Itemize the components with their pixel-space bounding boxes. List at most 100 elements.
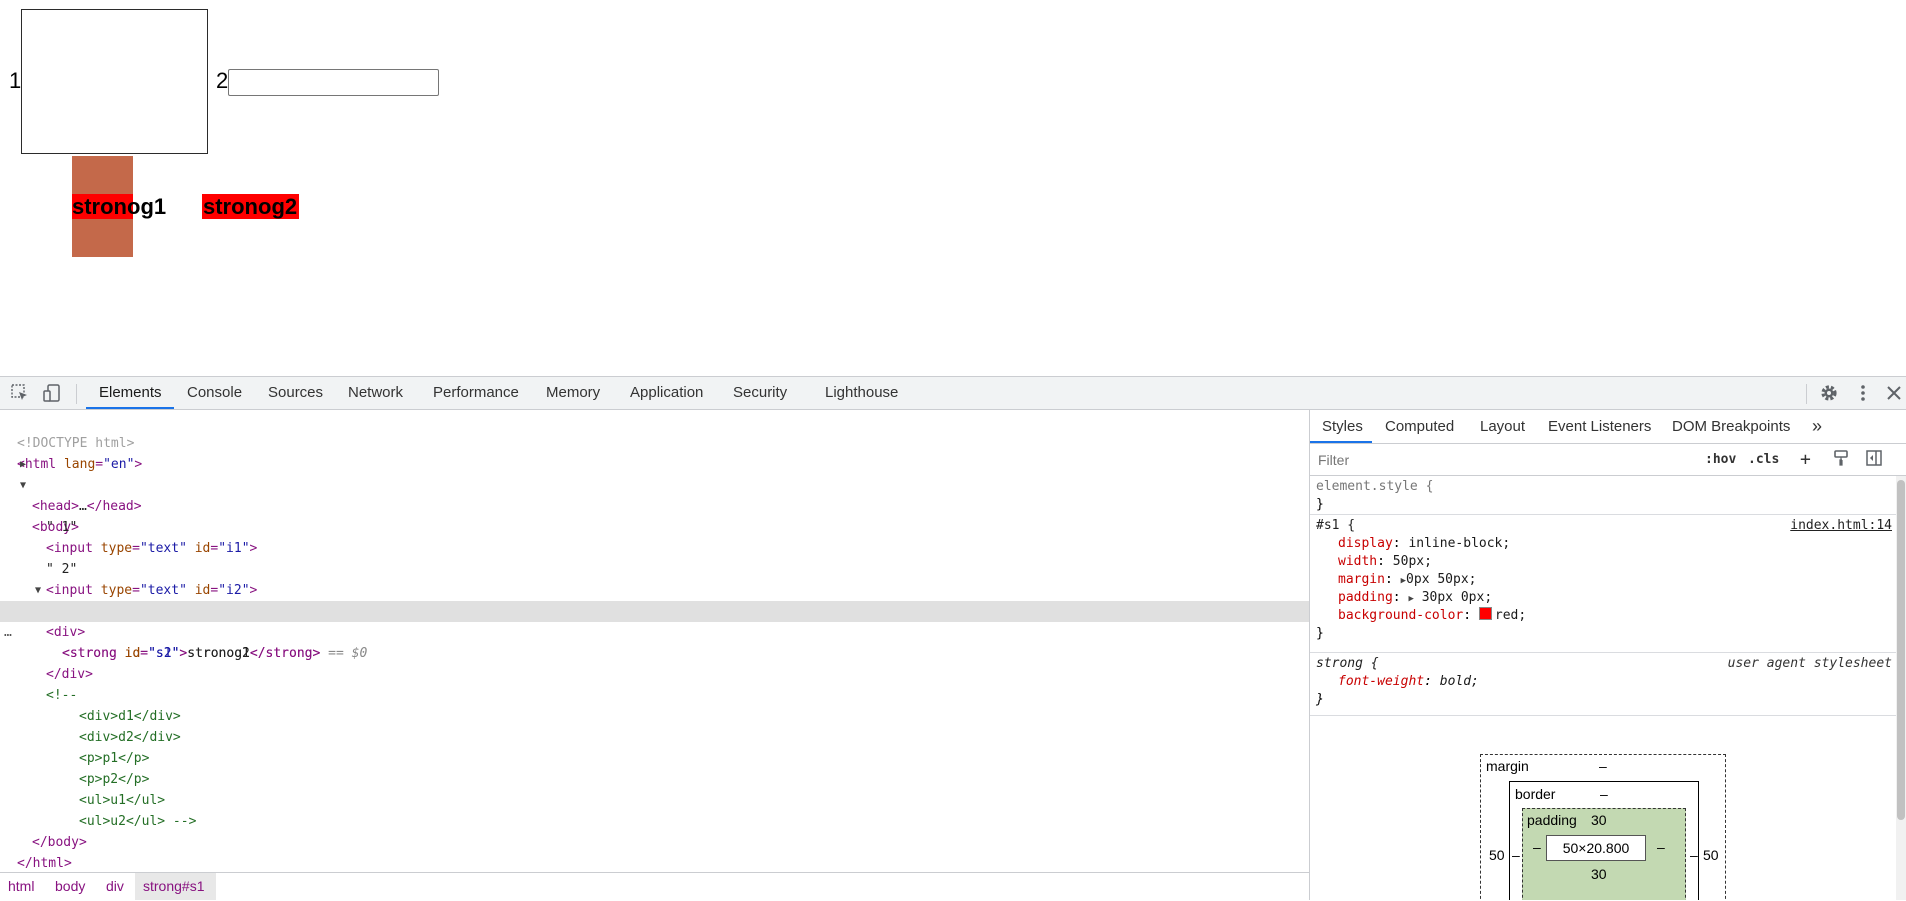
dom-line-strong-s2[interactable]: <strong id="s2">stronog2</strong> (0, 622, 1309, 661)
styles-scrollbar[interactable] (1896, 476, 1906, 900)
margin-top-value[interactable]: – (1599, 758, 1607, 774)
css-declaration[interactable]: margin: ▶0px 50px; (1338, 571, 1477, 589)
styles-filter-input[interactable] (1314, 448, 1688, 471)
rendered-page: 1 2 stronog1 stronog2 (0, 0, 1906, 376)
new-rule-plus-icon[interactable]: + (1800, 449, 1811, 471)
margin-right-value[interactable]: 50 (1703, 847, 1719, 863)
close-devtools-icon[interactable] (1884, 383, 1906, 403)
rule-strong-ua: strong { user agent stylesheet font-weig… (1310, 653, 1896, 716)
tab-computed[interactable]: Computed (1385, 410, 1454, 443)
rule-selector[interactable]: strong { (1316, 655, 1379, 673)
tab-console[interactable]: Console (187, 377, 242, 409)
dom-line-input-i1[interactable]: <input type="text" id="i1"> (0, 517, 1309, 556)
tab-event-listeners[interactable]: Event Listeners (1548, 410, 1651, 443)
active-tab-indicator (86, 407, 174, 409)
tab-lighthouse[interactable]: Lighthouse (825, 377, 898, 409)
tab-sources[interactable]: Sources (268, 377, 323, 409)
breadcrumb-html[interactable]: html (8, 873, 34, 900)
dom-line-comment[interactable]: <ul>u2</ul> --> (0, 790, 1309, 829)
tab-dom-breakpoints[interactable]: DOM Breakpoints (1672, 410, 1790, 443)
box-model-margin[interactable]: margin – 50 50 border – – – padding 30 –… (1480, 754, 1726, 900)
rule-selector[interactable]: #s1 { (1316, 517, 1355, 535)
input-i1[interactable] (21, 9, 208, 154)
styles-tabbar: Styles Computed Layout Event Listeners D… (1310, 410, 1906, 444)
dom-line-input-i2[interactable]: <input type="text" id="i2"> (0, 559, 1309, 598)
expand-shorthand-icon[interactable]: ▶ (1408, 594, 1413, 604)
paint-brush-icon[interactable] (1832, 449, 1854, 469)
dom-line-comment[interactable]: <div>d2</div> (0, 706, 1309, 745)
dom-line-html[interactable]: <html lang="en"> (0, 433, 1309, 472)
breadcrumb-body[interactable]: body (55, 873, 85, 900)
margin-left-value[interactable]: 50 (1489, 847, 1505, 863)
dom-line-text-1[interactable]: " 1" (0, 496, 1309, 535)
device-toolbar-icon[interactable] (42, 383, 64, 403)
input-i2[interactable] (228, 69, 439, 96)
expand-triangle-icon[interactable]: ▶ (20, 454, 26, 475)
padding-right-value[interactable]: – (1657, 839, 1665, 855)
tab-elements[interactable]: Elements (99, 377, 162, 409)
styles-filterbar: :hov .cls + (1310, 444, 1906, 476)
dom-line-div[interactable]: ▼ <div> (0, 580, 1309, 640)
inspect-element-icon[interactable] (10, 383, 32, 403)
breadcrumb-strong-s1[interactable]: strong#s1 (143, 873, 204, 900)
tab-security[interactable]: Security (733, 377, 787, 409)
padding-top-value[interactable]: 30 (1591, 812, 1607, 828)
dom-line-doctype[interactable]: <!DOCTYPE html> (0, 412, 1309, 451)
hov-toggle-button[interactable]: :hov (1705, 449, 1736, 471)
css-prop-value: red; (1494, 608, 1527, 623)
tab-application[interactable]: Application (630, 377, 703, 409)
rule-source-label: user agent stylesheet (1727, 656, 1892, 671)
dom-line-text-2[interactable]: " 2" (0, 538, 1309, 577)
css-declaration[interactable]: font-weight: bold; (1338, 673, 1479, 691)
breadcrumb-div[interactable]: div (106, 873, 124, 900)
rule-close-brace: } (1316, 497, 1324, 512)
dom-line-html-close[interactable]: </html> (0, 832, 1309, 871)
cls-toggle-button[interactable]: .cls (1748, 449, 1779, 471)
css-prop-value: bold; (1439, 674, 1479, 689)
rule-selector[interactable]: element.style { (1316, 478, 1433, 496)
padding-left-value[interactable]: – (1533, 839, 1541, 855)
dom-line-comment[interactable]: <p>p2</p> (0, 748, 1309, 787)
css-declaration[interactable]: width: 50px; (1338, 553, 1432, 571)
dom-line-body-close[interactable]: </body> (0, 811, 1309, 850)
toggle-sidebar-icon[interactable] (1865, 449, 1887, 469)
css-prop-name: display (1338, 536, 1393, 551)
collapse-triangle-icon[interactable]: ▼ (35, 580, 41, 601)
dom-line-comment[interactable]: <div>d1</div> (0, 685, 1309, 724)
strong-s1: stronog1 (72, 194, 167, 219)
tab-network[interactable]: Network (348, 377, 403, 409)
collapse-triangle-icon[interactable]: ▼ (20, 475, 26, 496)
padding-label: padding (1527, 812, 1577, 828)
color-swatch-icon[interactable] (1478, 607, 1492, 620)
dom-line-comment-open[interactable]: <!-- (0, 664, 1309, 703)
dom-line-head[interactable]: ▶ <head>…</head> (0, 454, 1309, 514)
box-model-padding[interactable]: padding 30 – – 30 50×20.800 (1522, 808, 1686, 900)
border-top-value[interactable]: – (1600, 786, 1608, 802)
css-declaration[interactable]: padding: ▶ 30px 0px; (1338, 589, 1492, 607)
dom-line-strong-s1-selected[interactable]: … <strong id="s1">stronog1</strong> == $… (0, 601, 1309, 661)
border-left-value[interactable]: – (1512, 847, 1520, 863)
box-model-content-size[interactable]: 50×20.800 (1546, 835, 1646, 861)
settings-gear-icon[interactable] (1819, 383, 1841, 403)
box-model-border[interactable]: border – – – padding 30 – – 30 50×20.800 (1509, 781, 1699, 900)
scrollbar-thumb[interactable] (1897, 480, 1905, 820)
border-right-value[interactable]: – (1690, 847, 1698, 863)
dom-line-div-close[interactable]: </div> (0, 643, 1309, 682)
dom-line-comment[interactable]: <p>p1</p> (0, 727, 1309, 766)
more-options-icon[interactable] (1853, 383, 1875, 403)
rule-element-style: element.style { } (1310, 476, 1896, 515)
dom-line-body[interactable]: ▼ <body> (0, 475, 1309, 535)
active-subtab-indicator (1310, 441, 1372, 443)
css-declaration[interactable]: background-color: red; (1338, 607, 1526, 625)
more-tabs-chevron-icon[interactable]: » (1812, 410, 1822, 443)
breadcrumb: html body div strong#s1 (0, 872, 1309, 901)
tab-styles[interactable]: Styles (1322, 410, 1363, 443)
margin-label: margin (1486, 758, 1529, 774)
rule-source-link[interactable]: index.html:14 (1790, 517, 1892, 535)
css-declaration[interactable]: display: inline-block; (1338, 535, 1510, 553)
tab-layout[interactable]: Layout (1480, 410, 1525, 443)
dom-line-comment[interactable]: <ul>u1</ul> (0, 769, 1309, 808)
tab-performance[interactable]: Performance (433, 377, 519, 409)
tab-memory[interactable]: Memory (546, 377, 600, 409)
padding-bottom-value[interactable]: 30 (1591, 866, 1607, 882)
